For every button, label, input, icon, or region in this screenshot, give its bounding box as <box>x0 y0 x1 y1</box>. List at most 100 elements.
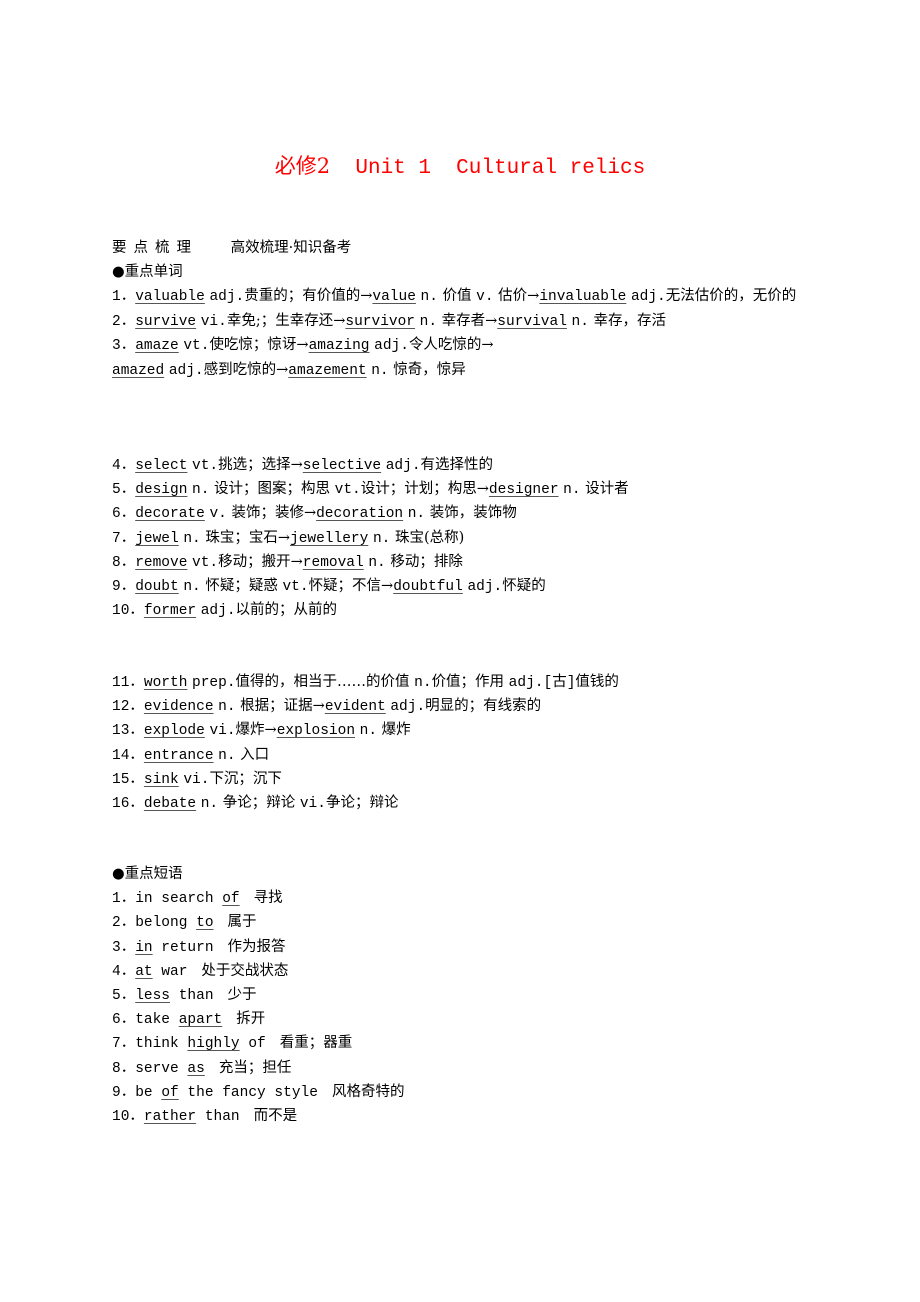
phrase-text: of <box>239 1036 266 1053</box>
word-list-group-3: 11．worth prep.值得的，相当于……的价值 n.价值；作用 adj.[… <box>112 670 822 815</box>
headword: remove <box>135 554 188 571</box>
phrase-entry: 10．rather than 而不是 <box>112 1104 822 1128</box>
phrase-text: return <box>152 939 214 956</box>
definition-text: vt. <box>192 554 219 571</box>
definition-text: 贵重的；有价值的→ <box>244 288 373 304</box>
entry-number: 3． <box>112 338 136 355</box>
definition-text: v. <box>209 506 227 523</box>
derived-word: doubtful <box>393 578 463 595</box>
phrase-text: than <box>170 987 214 1004</box>
definition-text: 怀疑；不信→ <box>308 577 394 594</box>
phrase-entry: 3．in return 作为报答 <box>112 935 822 959</box>
definition-text: n. <box>183 530 201 547</box>
definition-text: vt. <box>282 578 309 595</box>
phrase-text: than <box>196 1108 240 1125</box>
phrase-keyword: apart <box>178 1012 223 1029</box>
phrase-keyword: of <box>161 1084 179 1101</box>
phrase-entry: 7．think highly of 看重；器重 <box>112 1031 822 1055</box>
word-entry: 10．former adj.以前的；从前的 <box>112 598 822 622</box>
word-entry: 8．remove vt.移动；搬开→removal n. 移动；排除 <box>112 550 822 574</box>
word-entry: 13．explode vi.爆炸→explosion n. 爆炸 <box>112 718 822 742</box>
definition-text: 令人吃惊的→ <box>408 337 494 354</box>
phrase-entry: 9．be of the fancy style 风格奇特的 <box>112 1080 822 1104</box>
definition-text: 装饰；装修→ <box>226 505 317 522</box>
definition-text: 爆炸→ <box>235 722 277 739</box>
headword: debate <box>143 795 197 812</box>
phrase-text: in search <box>135 891 223 908</box>
entry-number: 9． <box>112 1084 136 1101</box>
headword: amazed <box>112 362 165 379</box>
definition-text: n. <box>368 554 386 571</box>
phrases-heading: ●重点短语 <box>112 866 183 882</box>
definition-text: n. <box>200 795 219 812</box>
phrase-text: belong <box>135 915 197 932</box>
phrase-text: serve <box>135 1060 188 1077</box>
definition-text: v. <box>476 289 494 305</box>
section-label: 要点梳理 <box>112 240 198 256</box>
page-title: 必修2 Unit 1 Cultural relics <box>0 150 920 180</box>
phrase-text: the fancy style <box>178 1084 318 1101</box>
word-entry: 4．select vt.挑选；选择→selective adj.有选择性的 <box>112 453 822 477</box>
definition-text: prep. <box>192 675 236 691</box>
phrase-entry: 1．in search of 寻找 <box>112 886 822 910</box>
definition-text: adj. <box>200 603 236 620</box>
words-heading: ●重点单词 <box>112 264 183 281</box>
definition-text: 估价→ <box>493 288 540 304</box>
word-entry: 11．worth prep.值得的，相当于……的价值 n.价值；作用 adj.[… <box>112 670 822 694</box>
definition-text: vt. <box>183 338 210 355</box>
definition-text: 爆炸 <box>377 722 411 739</box>
headword: former <box>143 603 197 620</box>
phrase-entry: 2．belong to 属于 <box>112 910 822 934</box>
definition-text: n. <box>414 675 432 691</box>
derived-word: value <box>372 289 416 305</box>
definition-text: adj.[ <box>508 675 553 691</box>
definition-text: 移动；排除 <box>385 553 463 570</box>
entry-number: 10． <box>112 603 144 620</box>
definition-text: n. <box>192 482 210 499</box>
entry-number: 11． <box>112 675 144 691</box>
entry-number: 16． <box>112 795 144 812</box>
definition-text: 争论；辩论 <box>218 794 300 811</box>
definition-text: vt. <box>334 482 361 499</box>
definition-text: n. <box>371 362 389 379</box>
definition-text: 怀疑；疑惑 <box>200 577 283 594</box>
title-en: Unit 1 Cultural relics <box>355 157 646 180</box>
definition-text: 古 <box>552 674 567 690</box>
phrase-entry: 6．take apart 拆开 <box>112 1007 822 1031</box>
headword: jewel <box>135 530 179 547</box>
definition-text: 值钱的 <box>575 674 619 690</box>
derived-word: jewellery <box>290 530 369 547</box>
headword: survive <box>135 314 197 331</box>
definition-text: adj. <box>209 289 245 305</box>
definition-text: 移动；搬开→ <box>218 553 303 570</box>
phrase-keyword: less <box>135 987 171 1004</box>
definition-text: 根据；证据→ <box>235 698 325 715</box>
definition-text: n. <box>563 482 581 499</box>
definition-text: 珠宝(总称) <box>390 529 465 546</box>
definition-text: 无法估价的，无价的 <box>665 288 797 304</box>
definition-text: vi. <box>299 795 326 812</box>
entry-number: 6． <box>112 1012 136 1029</box>
word-entry: 6．decorate v. 装饰；装修→decoration n. 装饰，装饰物 <box>112 501 822 525</box>
phrase-meaning: 拆开 <box>236 1011 266 1028</box>
headword: select <box>135 458 188 474</box>
derived-word: selective <box>302 458 382 474</box>
entry-number: 5． <box>112 482 136 499</box>
definition-text: vi. <box>183 771 210 788</box>
phrase-entry: 8．serve as 充当；担任 <box>112 1056 822 1080</box>
definition-text: n. <box>218 699 236 716</box>
headword: decorate <box>135 506 205 523</box>
derived-word: removal <box>302 554 364 571</box>
definition-text: 幸存者→ <box>437 313 498 330</box>
section-header: 要点梳理 高效梳理·知识备考 ●重点单词 <box>112 236 822 284</box>
word-list-group-2: 4．select vt.挑选；选择→selective adj.有选择性的 5． d… <box>112 453 822 622</box>
definition-text: 入口 <box>235 746 270 763</box>
word-entry: 3．amaze vt.使吃惊；惊讶→amazing adj.令人吃惊的→ <box>112 333 822 357</box>
definition-text: adj. <box>374 338 409 355</box>
definition-text: 幸存，存活 <box>588 313 667 330</box>
phrase-meaning: 看重；器重 <box>279 1035 353 1052</box>
definition-text: 使吃惊；惊讶→ <box>209 337 309 354</box>
definition-text: n. <box>571 314 589 331</box>
entry-number: 1． <box>112 891 136 908</box>
phrase-meaning: 属于 <box>227 914 257 931</box>
